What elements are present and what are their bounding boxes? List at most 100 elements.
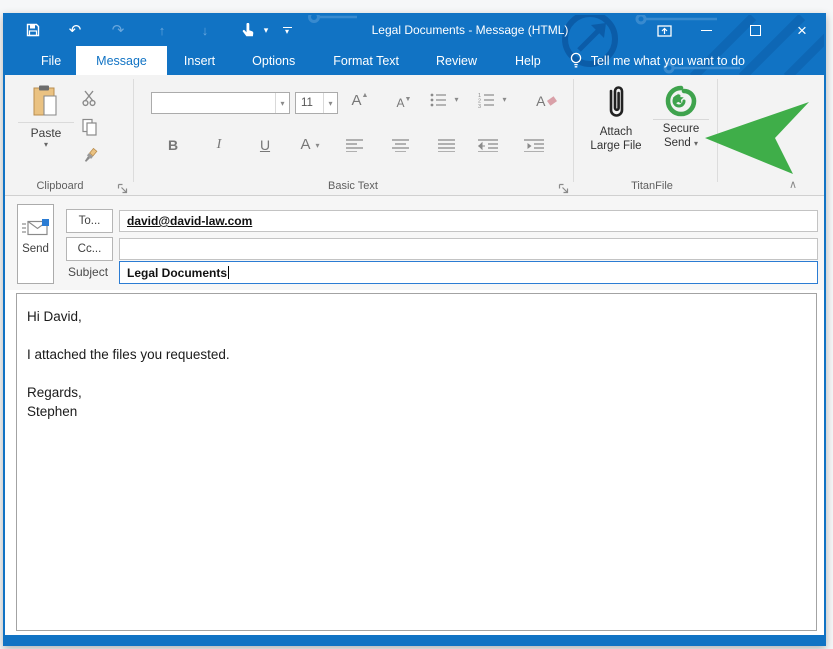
- bullets-icon: [430, 92, 447, 108]
- bold-button[interactable]: B: [160, 132, 186, 158]
- touch-mode-dropdown-icon[interactable]: ▾: [256, 15, 276, 46]
- paste-icon: [30, 84, 62, 120]
- increase-indent-button[interactable]: [519, 132, 549, 158]
- send-button[interactable]: Send: [17, 204, 54, 284]
- underline-button[interactable]: U: [252, 132, 278, 158]
- cc-field[interactable]: [119, 238, 818, 260]
- send-envelope-icon: [22, 219, 49, 237]
- secure-send-button[interactable]: Secure Send ▾: [653, 81, 709, 151]
- to-recipient[interactable]: david@david-law.com: [127, 214, 252, 228]
- subject-label: Subject: [68, 265, 108, 279]
- font-size-combobox[interactable]: 11 ▾: [295, 92, 338, 114]
- paste-button[interactable]: Paste ▾: [18, 81, 74, 149]
- subject-value: Legal Documents: [127, 266, 227, 280]
- tab-format-text[interactable]: Format Text: [320, 46, 412, 75]
- align-right-button[interactable]: [433, 132, 459, 158]
- compose-header: Send To... david@david-law.com Cc... Sub…: [5, 196, 824, 290]
- message-window: ↶ ↷ ↑ ↓ ▾ ▾ Legal Documents - Message (H…: [3, 13, 826, 646]
- ribbon-tab-row: File Message Insert Options Format Text …: [5, 46, 824, 75]
- basic-text-dialog-launcher-icon[interactable]: [558, 181, 570, 193]
- eraser-icon: [547, 96, 557, 106]
- close-button[interactable]: ×: [789, 15, 815, 46]
- secure-send-label-line2: Send: [664, 137, 691, 149]
- message-body-area: Hi David, I attached the files you reque…: [5, 290, 824, 635]
- body-line: [27, 326, 806, 345]
- format-painter-button[interactable]: [81, 147, 99, 165]
- shrink-font-button[interactable]: A▼: [391, 91, 417, 115]
- numbering-dropdown-icon[interactable]: ▾: [502, 95, 506, 104]
- touch-mouse-mode-icon[interactable]: [237, 15, 257, 46]
- decrease-indent-icon: [478, 139, 498, 152]
- secure-send-dropdown-icon[interactable]: ▾: [694, 139, 698, 148]
- group-label-basic-text: Basic Text: [151, 180, 555, 194]
- align-left-button[interactable]: [341, 132, 367, 158]
- align-center-icon: [392, 139, 409, 152]
- numbering-icon: 123: [478, 92, 495, 108]
- font-color-button[interactable]: A ▾: [292, 132, 328, 158]
- body-line: Stephen: [27, 402, 806, 421]
- attach-label-line1: Attach: [583, 125, 649, 139]
- align-left-icon: [346, 139, 363, 152]
- paste-label: Paste: [18, 122, 74, 140]
- font-name-dropdown-icon[interactable]: ▾: [275, 93, 289, 113]
- tab-options[interactable]: Options: [239, 46, 308, 75]
- numbering-button[interactable]: 123 ▾: [478, 91, 506, 109]
- move-down-icon[interactable]: ↓: [195, 15, 215, 46]
- italic-button[interactable]: I: [206, 132, 232, 158]
- tab-file[interactable]: File: [28, 46, 74, 75]
- green-annotation-arrow: [705, 102, 811, 174]
- minimize-button[interactable]: [693, 15, 719, 46]
- window-bottom-bar: [5, 635, 824, 644]
- tab-review[interactable]: Review: [423, 46, 490, 75]
- font-size-dropdown-icon[interactable]: ▾: [323, 93, 337, 113]
- group-label-titanfile: TitanFile: [597, 180, 707, 194]
- move-up-icon[interactable]: ↑: [152, 15, 172, 46]
- attach-label-line2: Large File: [583, 139, 649, 153]
- paste-dropdown-icon: ▾: [18, 140, 74, 149]
- group-separator: [133, 79, 134, 182]
- collapse-ribbon-icon[interactable]: ∧: [789, 178, 797, 191]
- to-button[interactable]: To...: [66, 209, 113, 233]
- cut-button[interactable]: [81, 89, 99, 107]
- text-cursor: [228, 266, 229, 279]
- font-size-value: 11: [296, 97, 313, 109]
- tell-me-box[interactable]: Tell me what you want to do: [570, 46, 745, 75]
- tab-insert[interactable]: Insert: [171, 46, 228, 75]
- attach-large-file-button[interactable]: Attach Large File: [583, 81, 649, 153]
- clipboard-dialog-launcher-icon[interactable]: [117, 181, 129, 193]
- save-icon[interactable]: [23, 15, 43, 46]
- body-line: I attached the files you requested.: [27, 345, 806, 364]
- maximize-button[interactable]: [742, 15, 768, 46]
- align-center-button[interactable]: [387, 132, 413, 158]
- message-body-editor[interactable]: Hi David, I attached the files you reque…: [16, 293, 817, 631]
- ribbon: Paste ▾ Clipboard ▾ 11 ▾ A▲ A▼: [5, 75, 824, 196]
- body-line: Hi David,: [27, 307, 806, 326]
- tell-me-label: Tell me what you want to do: [591, 54, 745, 68]
- redo-icon[interactable]: ↷: [108, 15, 128, 46]
- copy-button[interactable]: [81, 118, 99, 136]
- bullets-dropdown-icon[interactable]: ▾: [454, 95, 458, 104]
- send-label: Send: [18, 243, 53, 255]
- svg-text:3: 3: [478, 104, 481, 108]
- secure-send-label-line1: Secure: [653, 119, 709, 136]
- font-name-combobox[interactable]: ▾: [151, 92, 290, 114]
- titanfile-logo-icon: [665, 85, 697, 117]
- customize-qat-icon[interactable]: ▾: [277, 15, 297, 46]
- cc-button[interactable]: Cc...: [66, 237, 113, 261]
- ribbon-display-options-icon[interactable]: [651, 15, 677, 46]
- subject-field[interactable]: Legal Documents: [119, 261, 818, 284]
- grow-font-button[interactable]: A▲: [347, 89, 373, 113]
- tab-help[interactable]: Help: [502, 46, 554, 75]
- clear-formatting-button[interactable]: A: [532, 89, 560, 113]
- decrease-indent-button[interactable]: [473, 132, 503, 158]
- align-right-icon: [438, 139, 455, 152]
- tab-message[interactable]: Message: [76, 46, 167, 75]
- to-field[interactable]: david@david-law.com: [119, 210, 818, 232]
- lightbulb-icon: [570, 52, 582, 69]
- font-color-dropdown-icon[interactable]: ▾: [316, 141, 320, 150]
- undo-icon[interactable]: ↶: [65, 15, 85, 46]
- increase-indent-icon: [524, 139, 544, 152]
- bullets-button[interactable]: ▾: [430, 91, 458, 109]
- body-line: Regards,: [27, 383, 806, 402]
- group-label-clipboard: Clipboard: [19, 180, 101, 194]
